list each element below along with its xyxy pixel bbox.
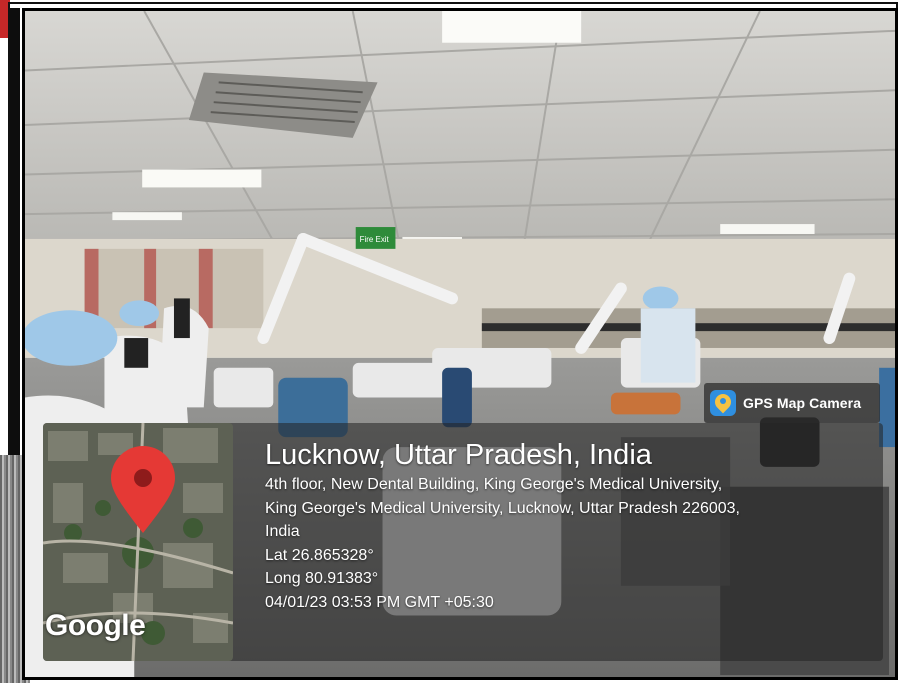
longitude: Long 80.91383° (265, 570, 379, 587)
svg-text:Fire Exit: Fire Exit (360, 235, 390, 244)
gps-map-camera-badge: GPS Map Camera (704, 383, 880, 423)
location-title: Lucknow, Uttar Pradesh, India (265, 439, 652, 471)
address-line-1: 4th floor, New Dental Building, King Geo… (265, 476, 723, 493)
map-thumbnail: Google (43, 423, 233, 661)
google-logo: Google (45, 609, 146, 642)
timestamp: 04/01/23 03:53 PM GMT +05:30 (265, 593, 494, 611)
address-line-2: King George's Medical University, Luckno… (265, 499, 740, 517)
location-info: Lucknow, Uttar Pradesh, India 4th floor,… (265, 437, 875, 614)
badge-label: GPS Map Camera (743, 395, 862, 411)
gps-map-camera-icon (710, 390, 736, 416)
address-line-3: India (265, 523, 300, 540)
latitude: Lat 26.865328° (265, 546, 374, 564)
